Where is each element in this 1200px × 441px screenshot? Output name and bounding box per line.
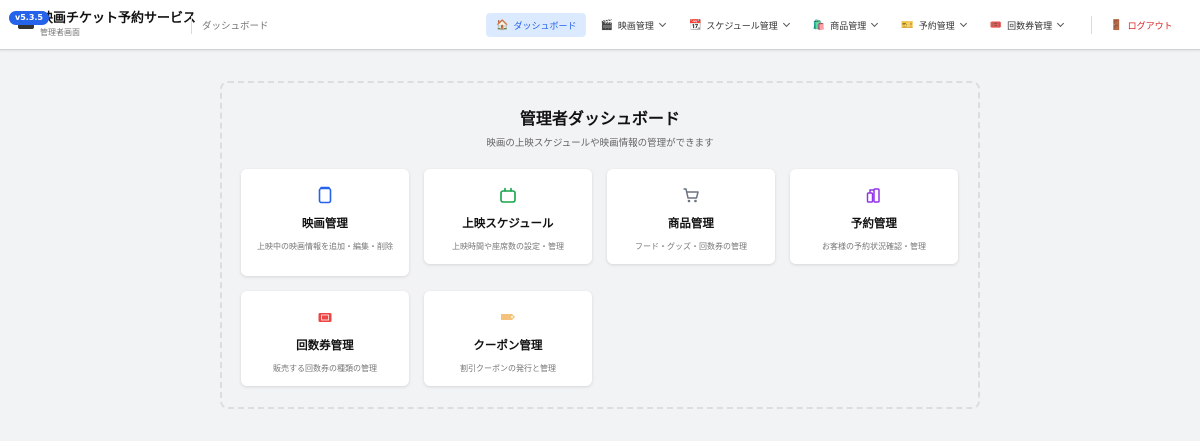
chevron-down-icon — [1057, 19, 1065, 28]
nav-products[interactable]: 🛍️ 商品管理 — [803, 13, 887, 37]
nav-dashboard[interactable]: 🏠 ダッシュボード — [486, 13, 587, 37]
nav-divider — [1091, 16, 1093, 34]
nav-schedule[interactable]: 📆 スケジュール管理 — [679, 13, 799, 37]
card-coupon-management[interactable]: クーポン管理 割引クーポンの発行と管理 — [424, 291, 592, 386]
card-description: 上映時間や座席数の設定・管理 — [452, 242, 564, 251]
calendar-icon — [500, 187, 516, 203]
dashboard-panel: 管理者ダッシュボード 映画の上映スケジュールや映画情報の管理ができます 映画管理… — [220, 81, 980, 409]
ticket-icon — [866, 188, 880, 203]
card-title: 映画管理 — [302, 216, 348, 230]
nav-label: 商品管理 — [830, 21, 867, 32]
main-nav: 🏠 ダッシュボード 🎬 映画管理 📆 スケジュール管理 🛍️ 商品管理 🎫 予約… — [486, 13, 1187, 37]
chevron-down-icon — [658, 19, 666, 28]
chevron-down-icon — [871, 19, 879, 28]
admission-ticket-icon: 🎟️ — [989, 19, 1003, 31]
app-subtitle: 管理者画面 — [40, 28, 80, 37]
card-title: 商品管理 — [668, 216, 714, 230]
card-description: フード・グッズ・回数券の管理 — [635, 242, 747, 251]
card-title: 上映スケジュール — [462, 216, 554, 230]
breadcrumb: ダッシュボード — [202, 21, 269, 32]
nav-label: ダッシュボード — [513, 21, 577, 32]
logout-label: ログアウト — [1127, 21, 1173, 32]
ticket-icon: 🎫 — [901, 19, 914, 31]
home-icon: 🏠 — [496, 19, 509, 31]
coupon-tag-icon — [501, 314, 515, 320]
card-description: 販売する回数券の種類の管理 — [273, 364, 377, 373]
chevron-down-icon — [959, 19, 967, 28]
shopping-cart-icon — [683, 188, 699, 203]
card-movie-management[interactable]: 映画管理 上映中の映画情報を追加・編集・削除 — [241, 169, 409, 276]
calendar-icon: 📆 — [688, 19, 702, 31]
brand-text: 映画チケット予約サービス 管理者画面 — [40, 10, 196, 38]
app-title: 映画チケット予約サービス — [40, 11, 197, 26]
nav-label: 映画管理 — [617, 21, 654, 32]
page-subtitle: 映画の上映スケジュールや映画情報の管理ができます — [486, 138, 714, 149]
card-screening-schedule[interactable]: 上映スケジュール 上映時間や座席数の設定・管理 — [424, 169, 592, 264]
card-title: 予約管理 — [851, 216, 897, 230]
card-product-management[interactable]: 商品管理 フード・グッズ・回数券の管理 — [607, 169, 775, 264]
card-title: クーポン管理 — [473, 338, 543, 352]
nav-reservations[interactable]: 🎫 予約管理 — [891, 13, 975, 37]
nav-coupon-tickets[interactable]: 🎟️ 回数券管理 — [980, 13, 1073, 37]
card-title: 回数券管理 — [296, 338, 354, 352]
chevron-down-icon — [782, 19, 790, 28]
nav-movies[interactable]: 🎬 映画管理 — [590, 13, 674, 37]
clapperboard-icon: 🎬 — [600, 19, 613, 31]
nav-label: スケジュール管理 — [706, 21, 778, 32]
header-divider — [191, 16, 192, 34]
nav-label: 回数券管理 — [1007, 21, 1053, 32]
version-badge: v5.3.5 — [9, 11, 49, 25]
nav-label: 予約管理 — [918, 21, 955, 32]
film-icon — [318, 186, 332, 204]
door-icon: 🚪 — [1110, 19, 1123, 31]
admission-ticket-icon — [318, 313, 332, 322]
card-description: 上映中の映画情報を追加・編集・削除 — [257, 242, 393, 251]
page-title: 管理者ダッシュボード — [519, 109, 680, 128]
card-coupon-ticket-management[interactable]: 回数券管理 販売する回数券の種類の管理 — [241, 291, 409, 386]
top-header: 映画チケット予約サービス 管理者画面 v5.3.5 ダッシュボード 🏠 ダッシュ… — [0, 0, 1200, 50]
logout-button[interactable]: 🚪 ログアウト — [1100, 13, 1182, 37]
card-description: 割引クーポンの発行と管理 — [460, 364, 556, 373]
card-description: お客様の予約状況確認・管理 — [822, 242, 926, 251]
shopping-bag-icon: 🛍️ — [812, 19, 826, 31]
card-reservation-management[interactable]: 予約管理 お客様の予約状況確認・管理 — [790, 169, 958, 264]
